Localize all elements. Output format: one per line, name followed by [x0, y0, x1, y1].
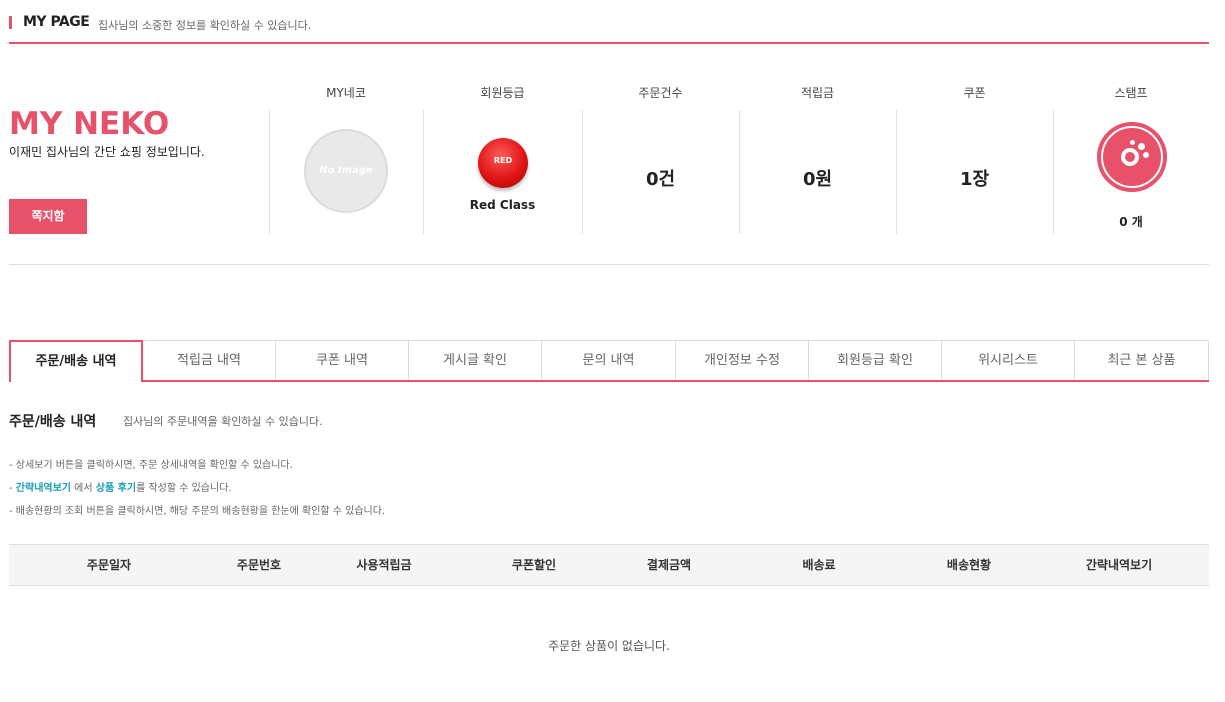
section-description: 집사님의 주문내역을 확인하실 수 있습니다. — [123, 415, 323, 428]
page-header: MY PAGE 집사님의 소중한 정보를 확인하실 수 있습니다. — [9, 8, 1209, 44]
column-header: 배송료 — [802, 558, 836, 572]
stat-label-myneko: MY네코 — [326, 86, 366, 100]
stat-grade: 회원등급 RED Red Class — [423, 80, 582, 265]
profile-description: 이재민 집사님의 간단 쇼핑 정보입니다. — [9, 145, 205, 159]
stat-myneko: MY네코 No Image — [269, 80, 423, 265]
stat-label-stamps: 스탬프 — [1114, 86, 1148, 100]
tab-inquiries[interactable]: 문의 내역 — [542, 340, 676, 380]
grade-badge-icon: RED — [478, 138, 528, 188]
coupon-count-value[interactable]: 1장 — [896, 165, 1053, 191]
product-review-link[interactable]: 상품 후기 — [96, 483, 136, 494]
note-line: - 간략내역보기 에서 상품 후기를 작성할 수 있습니다. — [9, 483, 232, 494]
column-header: 쿠폰할인 — [511, 558, 557, 572]
mypage-tabs: 주문/배송 내역 적립금 내역 쿠폰 내역 게시글 확인 문의 내역 개인정보 … — [9, 340, 1209, 382]
mypage-summary: MY NEKO 이재민 집사님의 간단 쇼핑 정보입니다. 쪽지함 MY네코 N… — [9, 80, 1209, 265]
column-header: 간략내역보기 — [1085, 558, 1153, 572]
tab-posts[interactable]: 게시글 확인 — [409, 340, 542, 380]
points-value[interactable]: 0원 — [739, 165, 896, 191]
order-count-value[interactable]: 0건 — [582, 165, 739, 191]
note-line: - 배송현황의 조회 버튼을 클릭하시면, 해당 주문의 배송현황을 한눈에 확… — [9, 506, 386, 517]
stat-label-coupons: 쿠폰 — [963, 86, 986, 100]
tab-order-delivery[interactable]: 주문/배송 내역 — [9, 340, 143, 382]
stat-stamps: 스탬프 0 개 — [1053, 80, 1209, 265]
stat-coupons: 쿠폰 1장 — [896, 80, 1053, 265]
stamp-icon — [1097, 122, 1167, 192]
tab-recently-viewed[interactable]: 최근 본 상품 — [1075, 340, 1209, 380]
brand-title: MY NEKO — [9, 106, 170, 142]
section-title: 주문/배송 내역 — [9, 414, 97, 430]
no-image-text: No Image — [319, 165, 373, 176]
page-description: 집사님의 소중한 정보를 확인하실 수 있습니다. — [98, 19, 312, 32]
summary-view-link[interactable]: 간략내역보기 — [16, 483, 71, 494]
order-table-header: 주문일자 주문번호 사용적립금 쿠폰할인 결제금액 배송료 배송현황 간략내역보… — [9, 544, 1209, 586]
tab-member-grade[interactable]: 회원등급 확인 — [809, 340, 942, 380]
stamp-count-value: 0 개 — [1119, 215, 1143, 229]
page-title: MY PAGE — [23, 14, 90, 30]
column-header: 주문번호 — [236, 558, 282, 572]
column-header: 배송현황 — [946, 558, 992, 572]
stat-orders: 주문건수 0건 — [582, 80, 739, 265]
empty-orders-message: 주문한 상품이 없습니다. — [548, 639, 670, 653]
order-notes: - 상세보기 버튼을 클릭하시면, 주문 상세내역을 확인할 수 있습니다. -… — [9, 459, 385, 528]
tab-edit-profile[interactable]: 개인정보 수정 — [676, 340, 809, 380]
grade-badge-text: RED — [493, 156, 513, 165]
stat-label-orders: 주문건수 — [638, 86, 683, 100]
header-accent-bar — [9, 16, 12, 29]
tab-coupon-history[interactable]: 쿠폰 내역 — [276, 340, 409, 380]
note-line: - 상세보기 버튼을 클릭하시면, 주문 상세내역을 확인할 수 있습니다. — [9, 460, 293, 471]
column-header: 주문일자 — [86, 558, 132, 572]
tab-points-history[interactable]: 적립금 내역 — [143, 340, 276, 380]
tab-wishlist[interactable]: 위시리스트 — [942, 340, 1075, 380]
stat-label-grade: 회원등급 — [480, 86, 525, 100]
myneko-image-placeholder[interactable]: No Image — [304, 129, 388, 213]
stat-label-points: 적립금 — [800, 86, 835, 100]
column-header: 사용적립금 — [356, 558, 412, 572]
column-header: 결제금액 — [646, 558, 692, 572]
stat-points: 적립금 0원 — [739, 80, 896, 265]
grade-name: Red Class — [469, 198, 536, 212]
message-box-button[interactable]: 쪽지함 — [9, 199, 87, 234]
